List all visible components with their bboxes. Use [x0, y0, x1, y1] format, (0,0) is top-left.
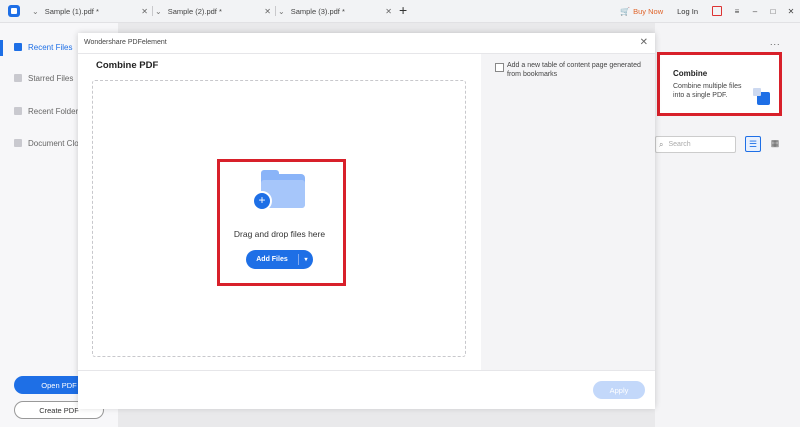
buy-now-link[interactable]: 🛒 Buy Now — [620, 7, 663, 16]
close-icon[interactable]: ✕ — [640, 37, 648, 48]
add-tab-icon[interactable]: + — [399, 2, 407, 18]
apply-button[interactable]: Apply — [593, 381, 645, 399]
tab-label: Sample (2).pdf * — [167, 6, 222, 16]
active-indicator — [0, 40, 3, 56]
sidebar-item-label: Starred Files — [28, 73, 74, 83]
sidebar-item-label: Recent Files — [28, 42, 73, 52]
close-icon[interactable]: ✕ — [141, 7, 148, 16]
minimize-icon[interactable]: – — [746, 7, 764, 16]
cloud-icon — [14, 139, 22, 147]
close-icon[interactable]: ✕ — [264, 7, 271, 16]
highlight-box — [217, 159, 346, 286]
toc-checkbox[interactable] — [495, 63, 504, 72]
chevron-down-icon: ⌄ — [32, 6, 39, 16]
star-icon — [14, 74, 22, 82]
close-window-icon[interactable]: ✕ — [782, 7, 800, 16]
dialog-footer: Apply — [78, 370, 655, 409]
tab-sample-1[interactable]: ⌄ Sample (1).pdf * ✕ — [32, 0, 152, 22]
tab-bar: ⌄ Sample (1).pdf * ✕ ⌄ Sample (2).pdf * … — [0, 0, 800, 23]
sidebar-item-recent-folder[interactable]: Recent Folder — [14, 104, 78, 118]
dialog-window-title: Wondershare PDFelement — [84, 39, 167, 46]
search-input[interactable]: ⌕ Search — [655, 136, 736, 153]
list-view-icon[interactable]: ☰ — [745, 136, 761, 152]
buy-now-label: Buy Now — [633, 6, 664, 16]
search-icon: ⌕ — [659, 139, 664, 149]
cart-icon: 🛒 — [620, 6, 631, 16]
close-icon[interactable]: ✕ — [385, 7, 392, 16]
sidebar-item-label: Recent Folder — [28, 106, 79, 116]
search-placeholder: Search — [668, 141, 691, 148]
grid-view-icon[interactable]: ▦ — [768, 136, 782, 150]
menu-icon[interactable]: ≡ — [728, 7, 746, 16]
sidebar-item-starred-files[interactable]: Starred Files — [14, 71, 73, 85]
tab-divider — [275, 6, 276, 16]
tab-sample-2[interactable]: ⌄ Sample (2).pdf * ✕ — [155, 0, 275, 22]
maximize-icon[interactable]: □ — [764, 7, 782, 16]
sidebar-item-document-cloud[interactable]: Document Clo — [14, 136, 79, 150]
sidebar-item-label: Document Clo — [28, 138, 79, 148]
chevron-down-icon: ⌄ — [278, 6, 285, 16]
more-options-icon[interactable]: ... — [770, 37, 781, 47]
tab-label: Sample (1).pdf * — [44, 6, 99, 16]
recent-files-icon — [14, 43, 22, 51]
sidebar-item-recent-files[interactable]: Recent Files — [14, 40, 72, 54]
options-panel: Add a new table of content page generate… — [481, 54, 655, 370]
login-link[interactable]: Log In — [677, 7, 698, 16]
dialog-header: Wondershare PDFelement ✕ — [78, 33, 655, 54]
tab-sample-3[interactable]: ⌄ Sample (3).pdf * ✕ — [278, 0, 396, 22]
dialog-heading: Combine PDF — [96, 60, 159, 71]
chevron-down-icon: ⌄ — [155, 6, 162, 16]
tab-divider — [152, 6, 153, 16]
toc-option-label: Add a new table of content page generate… — [507, 62, 641, 78]
top-right-controls: 🛒 Buy Now Log In ≡ – □ ✕ — [620, 0, 800, 22]
highlight-box — [657, 52, 782, 116]
tab-label: Sample (3).pdf * — [290, 6, 345, 16]
gift-icon[interactable] — [712, 6, 722, 16]
folder-icon — [14, 107, 22, 115]
app-logo-icon[interactable] — [8, 5, 20, 17]
combine-pdf-dialog: Wondershare PDFelement ✕ Combine PDF + D… — [78, 33, 655, 409]
